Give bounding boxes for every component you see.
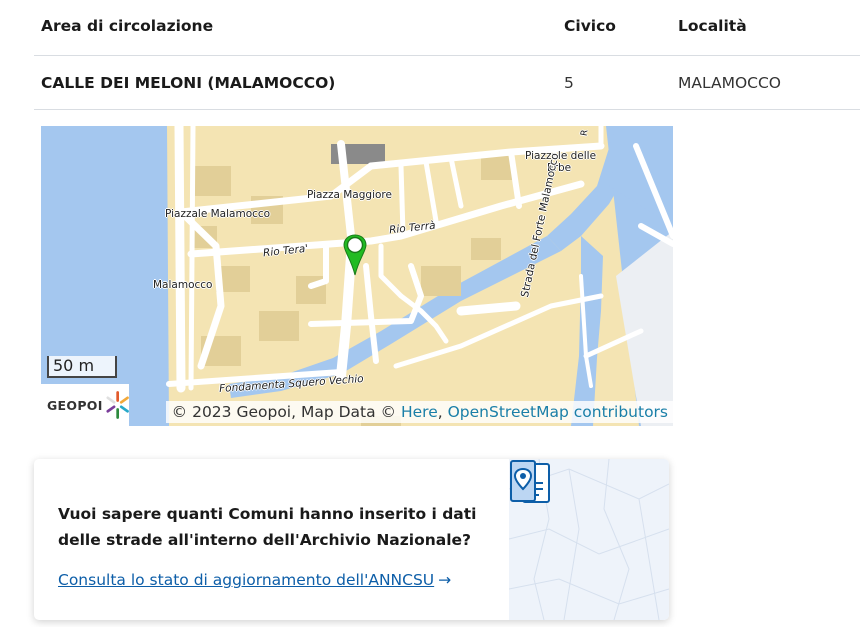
anncsu-status-link-label: Consulta lo stato di aggiornamento dell'…	[58, 571, 435, 589]
map-label-piazzale-malamocco: Piazzale Malamocco	[165, 208, 271, 220]
cell-civico: 5	[564, 74, 574, 92]
card-illustration	[509, 459, 669, 620]
cell-localita: MALAMOCCO	[678, 74, 781, 92]
card-content: Vuoi sapere quanti Comuni hanno inserito…	[58, 501, 488, 589]
map-label-malamocco: Malamocco	[153, 279, 213, 291]
header-area: Area di circolazione	[41, 17, 214, 35]
attribution-prefix: © 2023 Geopoi, Map Data ©	[171, 403, 401, 421]
openstreetmap-link[interactable]: OpenStreetMap contributors	[448, 403, 668, 421]
map-label-piazza-maggiore: Piazza Maggiore	[307, 189, 392, 201]
header-civico: Civico	[564, 17, 616, 35]
map-document-icon	[510, 460, 550, 503]
table-header-row: Area di circolazione Civico Località	[34, 0, 860, 56]
arrow-right-icon: →	[438, 571, 452, 589]
attribution-separator: ,	[437, 403, 448, 421]
location-pin-icon[interactable]	[343, 233, 367, 277]
map-attribution: © 2023 Geopoi, Map Data © Here, OpenStre…	[165, 401, 673, 423]
anncsu-status-link[interactable]: Consulta lo stato di aggiornamento dell'…	[58, 571, 451, 589]
cell-area: CALLE DEI MELONI (MALAMOCCO)	[41, 74, 336, 92]
map-scale-bar: 50 m	[47, 356, 117, 378]
header-localita: Località	[678, 17, 747, 35]
table-row: CALLE DEI MELONI (MALAMOCCO) 5 MALAMOCCO	[34, 56, 860, 110]
geopoi-logo-text: GEOPOI	[47, 397, 103, 413]
geopoi-mark-icon	[106, 391, 129, 419]
here-link[interactable]: Here	[401, 403, 438, 421]
map-view[interactable]: Piazzale delle Erbe Piazza Maggiore Piaz…	[41, 126, 673, 426]
address-table: Area di circolazione Civico Località CAL…	[34, 0, 860, 110]
anncsu-info-card: Vuoi sapere quanti Comuni hanno inserito…	[34, 459, 669, 620]
geopoi-logo[interactable]: GEOPOI	[41, 384, 129, 426]
card-question: Vuoi sapere quanti Comuni hanno inserito…	[58, 505, 477, 549]
